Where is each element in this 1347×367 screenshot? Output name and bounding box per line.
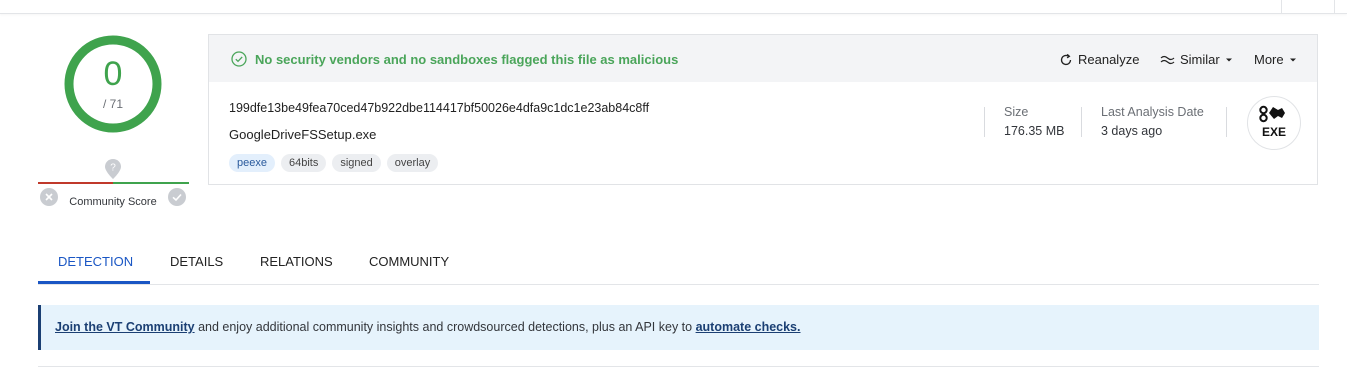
file-tags: peexe 64bits signed overlay <box>229 154 439 172</box>
community-score-label: Community Score <box>69 196 157 208</box>
reanalyze-button[interactable]: Reanalyze <box>1059 52 1139 67</box>
top-navbar <box>0 0 1347 14</box>
svg-text:?: ? <box>110 163 116 174</box>
reanalyze-label: Reanalyze <box>1078 52 1140 67</box>
tag-overlay[interactable]: overlay <box>386 154 439 172</box>
caret-down-icon <box>1289 58 1296 61</box>
community-score-positive-bar <box>113 182 189 184</box>
size-value: 176.35 MB <box>1004 124 1065 138</box>
tag-peexe[interactable]: peexe <box>229 154 275 172</box>
divider <box>1226 107 1227 137</box>
size-label: Size <box>1004 105 1029 119</box>
refresh-icon <box>1060 53 1072 65</box>
navbar-menu-button[interactable] <box>1281 0 1335 13</box>
divider <box>1081 107 1082 137</box>
file-type-label: EXE <box>1262 125 1286 139</box>
community-score-negative-bar <box>38 182 113 184</box>
similar-label: Similar <box>1180 52 1220 67</box>
detection-total: / 71 <box>102 97 123 111</box>
exe-file-icon: EXE <box>1259 105 1286 139</box>
more-label: More <box>1254 52 1284 67</box>
join-community-link[interactable]: Join the VT Community <box>55 320 195 334</box>
banner-text: Join the VT Community and enjoy addition… <box>55 320 801 334</box>
tag-64bits[interactable]: 64bits <box>280 154 327 172</box>
file-hash[interactable]: 199dfe13be49fea70ced47b922dbe114417bf500… <box>229 101 649 115</box>
file-type-badge: EXE <box>1247 96 1301 150</box>
divider <box>984 107 985 137</box>
vote-harmless-icon[interactable] <box>168 188 186 206</box>
last-analysis-label: Last Analysis Date <box>1101 105 1204 119</box>
report-tabs: DETECTION DETAILS RELATIONS COMMUNITY <box>38 240 1319 285</box>
community-score-marker-icon: ? <box>105 159 121 179</box>
tab-details[interactable]: DETAILS <box>170 254 223 269</box>
automate-checks-link[interactable]: automate checks. <box>696 320 801 334</box>
tab-relations[interactable]: RELATIONS <box>260 254 333 269</box>
last-analysis-value: 3 days ago <box>1101 124 1163 138</box>
caret-down-icon <box>1225 58 1232 61</box>
status-message: No security vendors and no sandboxes fla… <box>255 52 679 67</box>
check-circle-icon <box>231 51 247 67</box>
vote-harmful-icon[interactable] <box>40 188 58 206</box>
more-dropdown[interactable]: More <box>1254 52 1297 67</box>
file-summary-card: No security vendors and no sandboxes fla… <box>208 34 1318 185</box>
tab-detection[interactable]: DETECTION <box>58 254 133 269</box>
file-name: GoogleDriveFSSetup.exe <box>229 127 377 142</box>
active-tab-indicator <box>38 281 150 284</box>
status-header: No security vendors and no sandboxes fla… <box>209 35 1317 82</box>
tag-signed[interactable]: signed <box>332 154 381 172</box>
similar-icon <box>1160 55 1175 64</box>
banner-middle-text: and enjoy additional community insights … <box>194 320 696 334</box>
tab-community[interactable]: COMMUNITY <box>369 254 449 269</box>
detection-count: 0 <box>103 55 123 93</box>
similar-dropdown[interactable]: Similar <box>1160 52 1233 67</box>
community-banner: Join the VT Community and enjoy addition… <box>38 305 1319 350</box>
